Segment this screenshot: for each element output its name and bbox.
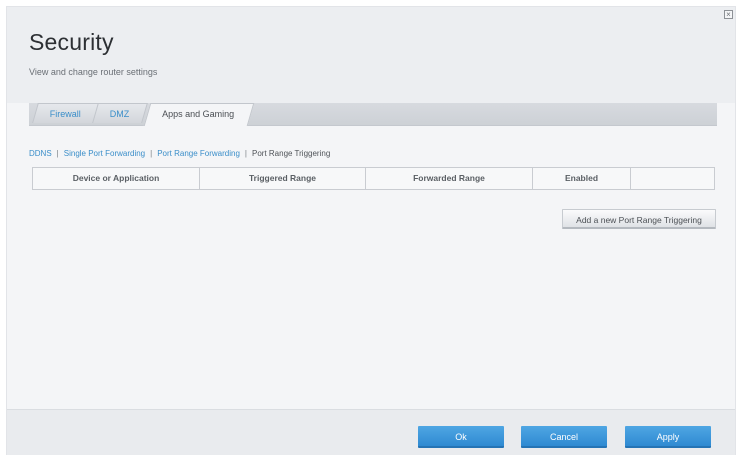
tab-label: Firewall [49, 109, 81, 119]
tab-firewall[interactable]: Firewall [32, 103, 100, 123]
column-header-triggered-range: Triggered Range [200, 168, 366, 189]
close-icon[interactable]: × [724, 10, 733, 19]
tab-strip: Firewall DMZ Apps and Gaming [29, 103, 717, 126]
subnav-port-range-triggering: Port Range Triggering [252, 149, 331, 158]
footer-bar: Ok Cancel Apply [7, 409, 735, 455]
page-subtitle: View and change router settings [29, 67, 158, 77]
column-header-forwarded-range: Forwarded Range [366, 168, 533, 189]
subnav-separator: | [244, 149, 247, 158]
apply-button[interactable]: Apply [625, 426, 711, 448]
tab-dmz[interactable]: DMZ [92, 103, 148, 123]
add-port-range-triggering-button[interactable]: Add a new Port Range Triggering [562, 209, 716, 229]
port-range-triggering-table: Device or Application Triggered Range Fo… [32, 167, 715, 190]
subnav-ddns[interactable]: DDNS [29, 149, 52, 158]
column-header-actions [631, 168, 714, 189]
subnav-single-port-forwarding[interactable]: Single Port Forwarding [64, 149, 145, 158]
cancel-button[interactable]: Cancel [521, 426, 607, 448]
tab-label: DMZ [109, 109, 130, 119]
subnav-separator: | [150, 149, 153, 158]
subnav-separator: | [56, 149, 59, 158]
ok-button[interactable]: Ok [418, 426, 504, 448]
sub-navigation: DDNS | Single Port Forwarding | Port Range F… [29, 149, 330, 158]
column-header-device: Device or Application [33, 168, 200, 189]
subnav-port-range-forwarding[interactable]: Port Range Forwarding [157, 149, 240, 158]
tab-apps-and-gaming[interactable]: Apps and Gaming [143, 103, 255, 126]
router-settings-window: Security View and change router settings… [6, 6, 736, 455]
page-title: Security [29, 29, 114, 55]
column-header-enabled: Enabled [533, 168, 631, 189]
page-header: Security View and change router settings [7, 7, 735, 103]
tab-label: Apps and Gaming [162, 109, 235, 119]
